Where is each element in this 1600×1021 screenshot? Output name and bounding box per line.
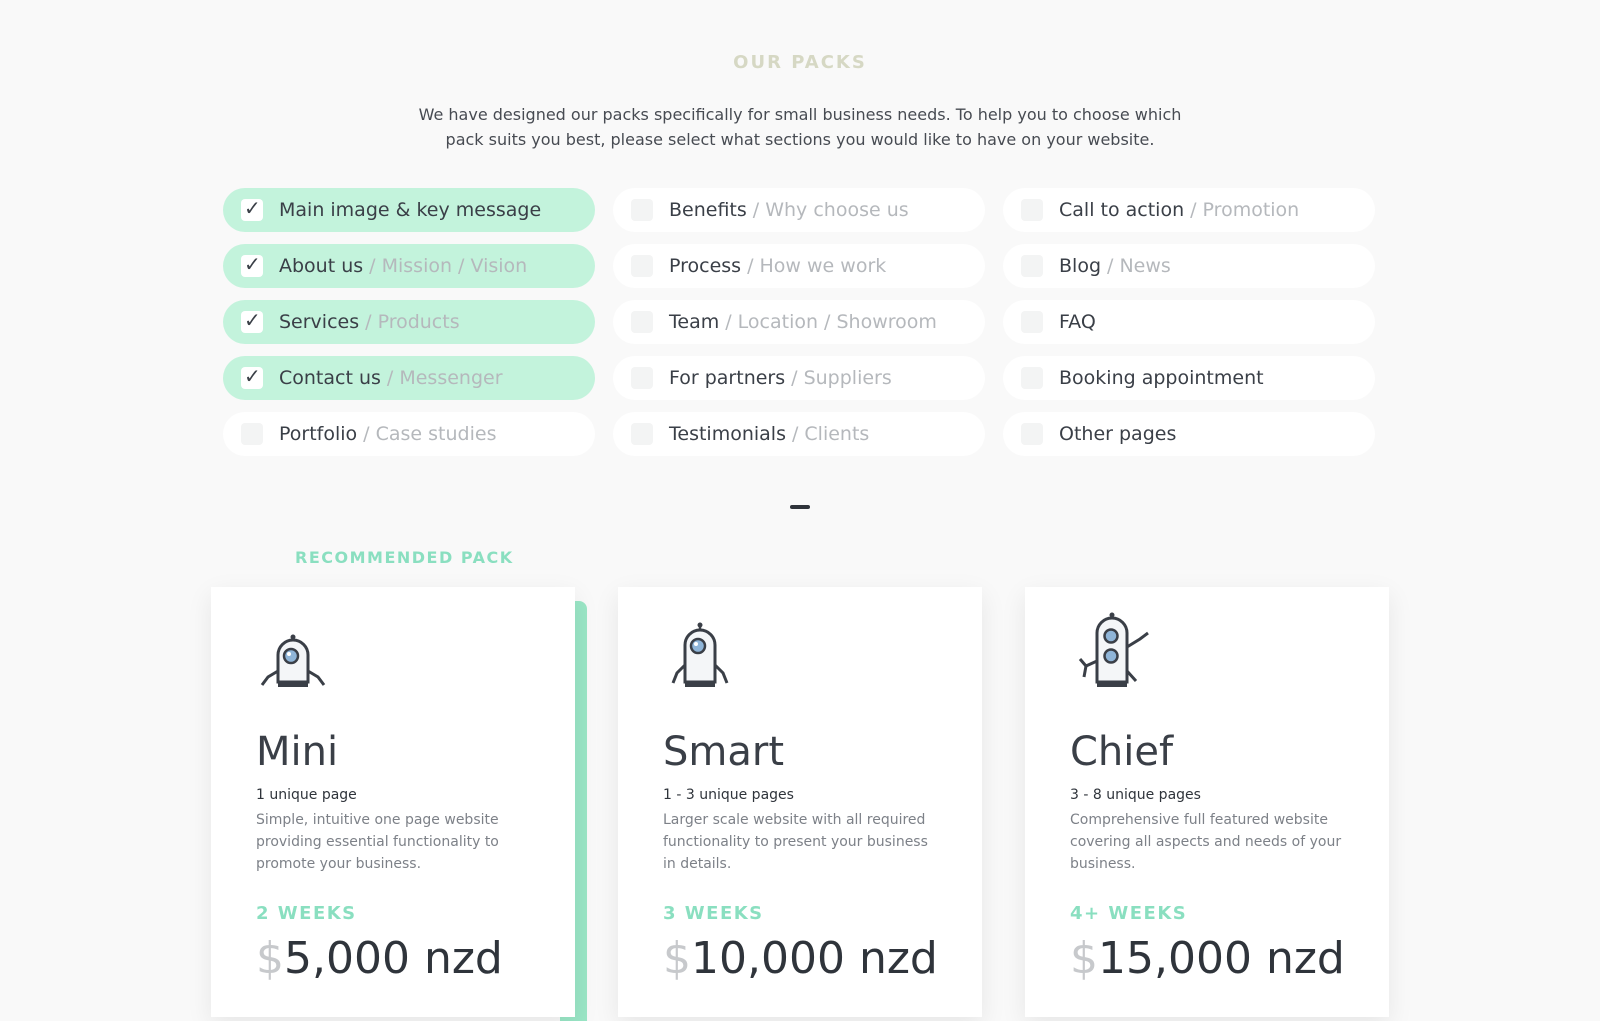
option-label: Call to action bbox=[1059, 199, 1185, 221]
section-title: OUR PACKS bbox=[733, 52, 867, 73]
checkbox[interactable] bbox=[241, 423, 263, 445]
pack-pages: 3 - 8 unique pages bbox=[1070, 787, 1201, 803]
option-label: Other pages bbox=[1059, 423, 1177, 445]
price-value: 10,000 nzd bbox=[691, 933, 938, 984]
checkbox[interactable] bbox=[1021, 423, 1043, 445]
option-sublabel: / Messenger bbox=[386, 367, 503, 389]
checkbox[interactable] bbox=[631, 367, 653, 389]
robot-mini-icon bbox=[260, 634, 326, 687]
robot-chief-icon bbox=[1078, 612, 1149, 687]
pack-duration: 4+ WEEKS bbox=[1070, 903, 1188, 924]
option-benefits[interactable]: Benefits / Why choose us bbox=[613, 188, 985, 232]
pack-description: Simple, intuitive one page website provi… bbox=[256, 812, 499, 872]
checkbox[interactable] bbox=[1021, 367, 1043, 389]
option-services[interactable]: ✓ Services / Products bbox=[223, 300, 595, 344]
pack-pages: 1 unique page bbox=[256, 787, 357, 803]
option-label: Team bbox=[669, 311, 720, 333]
option-team[interactable]: Team / Location / Showroom bbox=[613, 300, 985, 344]
robot-smart-icon bbox=[671, 622, 729, 687]
checkbox[interactable] bbox=[631, 311, 653, 333]
pack-card-smart[interactable]: Smart 1 - 3 unique pages Larger scale we… bbox=[618, 587, 982, 1017]
section-options-grid: ✓ Main image & key message Benefits / Wh… bbox=[223, 188, 1375, 456]
recommended-pack-label: RECOMMENDED PACK bbox=[295, 548, 514, 567]
pack-pages: 1 - 3 unique pages bbox=[663, 787, 794, 803]
pack-price: $5,000 nzd bbox=[256, 933, 503, 984]
checkmark-icon: ✓ bbox=[244, 196, 261, 220]
checkbox[interactable] bbox=[631, 423, 653, 445]
intro-line: pack suits you best, please select what … bbox=[445, 130, 1155, 149]
option-label: Contact us bbox=[279, 367, 381, 389]
option-for-partners[interactable]: For partners / Suppliers bbox=[613, 356, 985, 400]
currency-symbol: $ bbox=[256, 933, 284, 984]
checkbox[interactable] bbox=[1021, 199, 1043, 221]
currency-symbol: $ bbox=[1070, 933, 1098, 984]
option-call-to-action[interactable]: Call to action / Promotion bbox=[1003, 188, 1375, 232]
pack-duration: 3 WEEKS bbox=[663, 903, 764, 924]
option-testimonials[interactable]: Testimonials / Clients bbox=[613, 412, 985, 456]
pack-card-chief[interactable]: Chief 3 - 8 unique pages Comprehensive f… bbox=[1025, 587, 1389, 1017]
option-label: FAQ bbox=[1059, 311, 1096, 333]
pack-price: $10,000 nzd bbox=[663, 933, 938, 984]
checkbox[interactable]: ✓ bbox=[241, 308, 263, 333]
option-booking-appointment[interactable]: Booking appointment bbox=[1003, 356, 1375, 400]
option-sublabel: / Why choose us bbox=[752, 199, 909, 221]
pack-description: Larger scale website with all required f… bbox=[663, 812, 928, 872]
option-blog[interactable]: Blog / News bbox=[1003, 244, 1375, 288]
checkmark-icon: ✓ bbox=[244, 308, 261, 332]
checkbox[interactable]: ✓ bbox=[241, 252, 263, 277]
option-label: For partners bbox=[669, 367, 786, 389]
pack-card-mini[interactable]: Mini 1 unique page Simple, intuitive one… bbox=[211, 587, 575, 1017]
option-sublabel: / Promotion bbox=[1190, 199, 1300, 221]
option-contact-us[interactable]: ✓ Contact us / Messenger bbox=[223, 356, 595, 400]
option-label: Portfolio bbox=[279, 423, 358, 445]
option-label: Services bbox=[279, 311, 360, 333]
option-about-us[interactable]: ✓ About us / Mission / Vision bbox=[223, 244, 595, 288]
checkbox[interactable]: ✓ bbox=[241, 364, 263, 389]
pack-name: Mini bbox=[256, 729, 339, 775]
price-value: 5,000 nzd bbox=[284, 933, 503, 984]
option-faq[interactable]: FAQ bbox=[1003, 300, 1375, 344]
option-sublabel: / Suppliers bbox=[791, 367, 892, 389]
checkbox[interactable] bbox=[631, 199, 653, 221]
option-label: About us bbox=[279, 255, 364, 277]
option-process[interactable]: Process / How we work bbox=[613, 244, 985, 288]
option-sublabel: / Location / Showroom bbox=[725, 311, 937, 333]
option-sublabel: / News bbox=[1107, 255, 1171, 277]
option-sublabel: / Clients bbox=[791, 423, 870, 445]
option-sublabel: / Products bbox=[365, 311, 460, 333]
option-label: Main image & key message bbox=[279, 199, 542, 221]
option-main-image[interactable]: ✓ Main image & key message bbox=[223, 188, 595, 232]
option-portfolio[interactable]: Portfolio / Case studies bbox=[223, 412, 595, 456]
checkmark-icon: ✓ bbox=[244, 364, 261, 388]
pack-duration: 2 WEEKS bbox=[256, 903, 357, 924]
intro-text: We have designed our packs specifically … bbox=[400, 102, 1200, 152]
option-label: Blog bbox=[1059, 255, 1101, 277]
checkmark-icon: ✓ bbox=[244, 252, 261, 276]
option-label: Booking appointment bbox=[1059, 367, 1264, 389]
pack-price: $15,000 nzd bbox=[1070, 933, 1345, 984]
option-sublabel: / How we work bbox=[747, 255, 887, 277]
option-sublabel: / Mission / Vision bbox=[369, 255, 528, 277]
intro-line: We have designed our packs specifically … bbox=[418, 105, 1182, 124]
checkbox[interactable] bbox=[1021, 311, 1043, 333]
checkbox[interactable]: ✓ bbox=[241, 196, 263, 221]
price-value: 15,000 nzd bbox=[1098, 933, 1345, 984]
option-label: Testimonials bbox=[669, 423, 786, 445]
pack-description: Comprehensive full featured website cove… bbox=[1070, 812, 1342, 872]
checkbox[interactable] bbox=[1021, 255, 1043, 277]
option-label: Process bbox=[669, 255, 742, 277]
option-other-pages[interactable]: Other pages bbox=[1003, 412, 1375, 456]
currency-symbol: $ bbox=[663, 933, 691, 984]
pack-name: Smart bbox=[663, 729, 784, 775]
section-divider bbox=[790, 505, 810, 509]
checkbox[interactable] bbox=[631, 255, 653, 277]
option-label: Benefits bbox=[669, 199, 747, 221]
option-sublabel: / Case studies bbox=[363, 423, 497, 445]
pack-name: Chief bbox=[1070, 729, 1174, 775]
